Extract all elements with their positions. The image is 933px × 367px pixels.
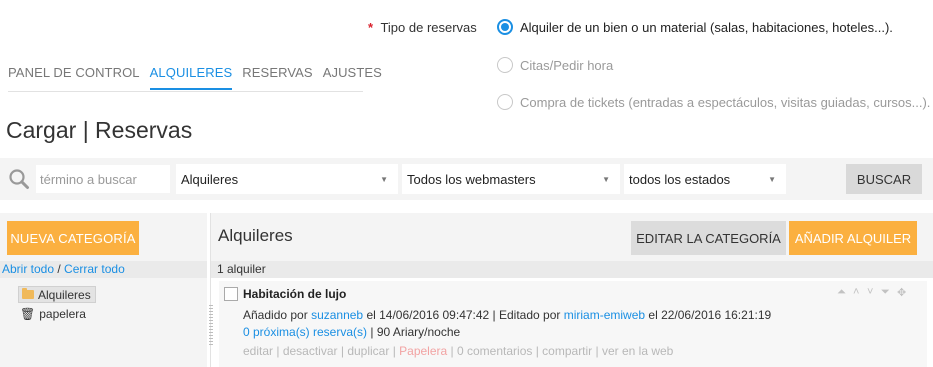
item-price: | 90 Ariary/noche <box>367 325 461 339</box>
status-filter-value: todos los estados <box>629 171 731 187</box>
reservation-type-text: Tipo de reservas <box>380 20 477 35</box>
tree-item-label: papelera <box>39 306 86 321</box>
type-filter-select[interactable]: Alquileres ▼ <box>176 164 398 194</box>
radio-option-rental[interactable]: Alquiler de un bien o un material (salas… <box>497 19 893 35</box>
rentals-header: Alquileres EDITAR LA CATEGORÍA AÑADIR AL… <box>211 213 933 261</box>
trash-icon: 🗑 <box>20 306 36 321</box>
search-icon[interactable] <box>8 168 30 190</box>
tab-reservas[interactable]: RESERVAS <box>242 65 312 90</box>
action-separator: | <box>532 344 543 358</box>
item-count: 1 alquiler <box>211 261 933 278</box>
comments-link[interactable]: 0 comentarios <box>457 344 532 358</box>
duplicate-link[interactable]: duplicar <box>347 344 389 358</box>
caret-down-icon: ▼ <box>602 175 610 184</box>
tree-item-alquileres[interactable]: Alquileres <box>18 286 96 303</box>
move-up-icon[interactable]: ˄ <box>853 286 859 298</box>
upcoming-reservations-link[interactable]: 0 próxima(s) reserva(s) <box>243 325 367 339</box>
radio-option-tickets[interactable]: Compra de tickets (entradas a espectácul… <box>497 94 930 110</box>
action-separator: | <box>447 344 457 358</box>
tab-panel-de-control[interactable]: PANEL DE CONTROL <box>8 65 140 90</box>
edited-by-link[interactable]: miriam-emiweb <box>564 308 645 322</box>
category-title: Alquileres <box>218 226 293 245</box>
type-filter-value: Alquileres <box>181 171 239 187</box>
edit-category-button[interactable]: EDITAR LA CATEGORÍA <box>631 221 786 255</box>
close-all-link[interactable]: Cerrar todo <box>64 262 125 276</box>
tree-item-papelera[interactable]: 🗑 papelera <box>18 305 86 322</box>
view-on-web-link[interactable]: ver en la web <box>602 344 673 358</box>
trash-link[interactable]: Papelera <box>399 344 447 358</box>
tree-item-label: Alquileres <box>38 287 91 302</box>
move-bottom-icon[interactable]: ⏷ <box>881 286 890 299</box>
action-separator: | <box>592 344 602 358</box>
list-item: Habitación de lujo ⏶ ˄ ˅ ⏷ ✥ Añadido por… <box>209 281 927 367</box>
caret-down-icon: ▼ <box>768 175 776 184</box>
rentals-panel: Alquileres EDITAR LA CATEGORÍA AÑADIR AL… <box>209 213 933 367</box>
radio-label-appointments: Citas/Pedir hora <box>520 57 614 73</box>
move-down-icon[interactable]: ˅ <box>867 286 873 298</box>
added-by-link[interactable]: suzanneb <box>311 308 363 322</box>
added-prefix: Añadido por <box>243 308 312 322</box>
edited-on-text: el 22/06/2016 16:21:19 <box>645 308 772 322</box>
share-link[interactable]: compartir <box>542 344 592 358</box>
search-bar: Alquileres ▼ Todos los webmasters ▼ todo… <box>0 158 933 200</box>
item-title[interactable]: Habitación de lujo <box>243 287 346 301</box>
tab-ajustes[interactable]: AJUSTES <box>323 65 382 90</box>
search-input[interactable] <box>36 165 170 193</box>
action-separator: | <box>389 344 400 358</box>
item-meta: Añadido por suzanneb el 14/06/2016 09:47… <box>243 308 771 322</box>
nav-tabs: PANEL DE CONTROL ALQUILERES RESERVAS AJU… <box>8 65 392 90</box>
radio-unselected-icon[interactable] <box>497 57 513 73</box>
radio-unselected-icon[interactable] <box>497 94 513 110</box>
tab-alquileres[interactable]: ALQUILERES <box>149 65 233 90</box>
caret-down-icon: ▼ <box>380 175 388 184</box>
drag-move-icon[interactable]: ✥ <box>897 286 906 299</box>
expand-collapse-row: Abrir todo / Cerrar todo <box>0 261 207 278</box>
item-actions: editar | desactivar | duplicar | Papeler… <box>243 344 673 358</box>
webmaster-filter-select[interactable]: Todos los webmasters ▼ <box>402 164 620 194</box>
webmaster-filter-value: Todos los webmasters <box>407 171 536 187</box>
radio-label-tickets: Compra de tickets (entradas a espectácul… <box>520 94 931 110</box>
action-separator: | <box>273 344 283 358</box>
add-rental-button[interactable]: AÑADIR ALQUILER <box>789 221 917 255</box>
required-mark: * <box>368 20 374 35</box>
folder-icon <box>22 288 34 299</box>
added-on-text: el 14/06/2016 09:47:42 | Editado por <box>363 308 564 322</box>
search-button[interactable]: BUSCAR <box>846 164 922 194</box>
drag-handle-icon[interactable] <box>209 305 213 345</box>
radio-selected-icon[interactable] <box>497 19 513 35</box>
tabs-divider <box>8 91 363 92</box>
new-category-button[interactable]: NUEVA CATEGORÍA <box>7 221 139 255</box>
status-filter-select[interactable]: todos los estados ▼ <box>624 164 786 194</box>
page-title: Cargar | Reservas <box>6 117 193 143</box>
action-separator: | <box>337 344 348 358</box>
category-sidebar: NUEVA CATEGORÍA Abrir todo / Cerrar todo… <box>0 213 207 367</box>
deactivate-link[interactable]: desactivar <box>283 344 338 358</box>
radio-option-appointments[interactable]: Citas/Pedir hora <box>497 57 613 73</box>
item-price-row: 0 próxima(s) reserva(s) | 90 Ariary/noch… <box>243 325 460 339</box>
reservation-type-label: * Tipo de reservas <box>368 20 477 35</box>
item-checkbox[interactable] <box>224 287 238 301</box>
move-top-icon[interactable]: ⏶ <box>837 286 846 299</box>
open-all-link[interactable]: Abrir todo <box>2 262 54 276</box>
edit-link[interactable]: editar <box>243 344 273 358</box>
radio-label-rental: Alquiler de un bien o un material (salas… <box>520 19 893 35</box>
link-separator: / <box>54 262 65 276</box>
